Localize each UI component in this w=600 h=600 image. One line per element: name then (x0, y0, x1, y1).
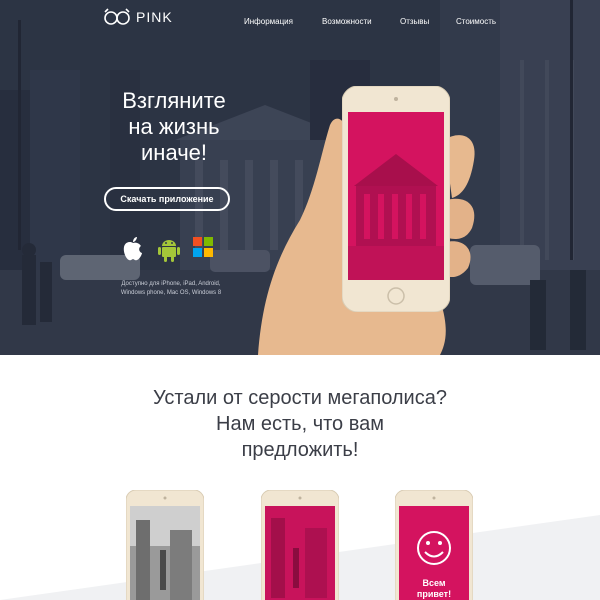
nav-item-info[interactable]: Информация (244, 17, 293, 26)
tagline-line: Нам есть, что вам (216, 413, 384, 435)
tagline-line: Устали от серости мегаполиса? (153, 387, 447, 409)
hero-headline-line: иначе! (141, 140, 207, 165)
hero-section: PINK Информация Возможности Отзывы Стоим… (0, 0, 600, 355)
tagline-line: предложить! (241, 439, 359, 461)
city-background-image (0, 0, 600, 355)
features-section: Устали от серости мегаполиса? Нам есть, … (0, 355, 600, 600)
platforms-availability-text: Доступно для iPhone, iPad, Android, Wind… (96, 280, 246, 298)
nav-item-reviews[interactable]: Отзывы (400, 17, 429, 26)
section-tagline: Устали от серости мегаполиса? Нам есть, … (80, 385, 520, 463)
feature-phone-smiley: Всем привет! (395, 490, 473, 600)
hero-headline-line: Взгляните (122, 88, 226, 113)
hero-headline-line: на жизнь (128, 114, 220, 139)
feature-phone-pink (261, 490, 339, 600)
platforms-line: Windows phone, Mac OS, Windows 8 (120, 290, 222, 296)
windows-icon[interactable] (192, 236, 214, 258)
main-nav: Информация Возможности Отзывы Стоимость (0, 17, 600, 31)
apple-icon[interactable] (122, 236, 144, 262)
os-icons (120, 236, 220, 264)
hero-phone-image (342, 86, 450, 312)
smiley-caption-line: привет! (417, 589, 451, 599)
android-icon[interactable] (158, 236, 180, 262)
nav-item-pricing[interactable]: Стоимость (456, 17, 496, 26)
feature-phone-greyscale (126, 490, 204, 600)
smiley-caption-line: Всем (422, 578, 445, 588)
platforms-line: Доступно для iPhone, iPad, Android, (121, 281, 221, 287)
download-app-button[interactable]: Скачать приложение (104, 187, 230, 211)
hero-headline: Взгляните на жизнь иначе! (104, 88, 244, 166)
nav-item-features[interactable]: Возможности (322, 17, 372, 26)
